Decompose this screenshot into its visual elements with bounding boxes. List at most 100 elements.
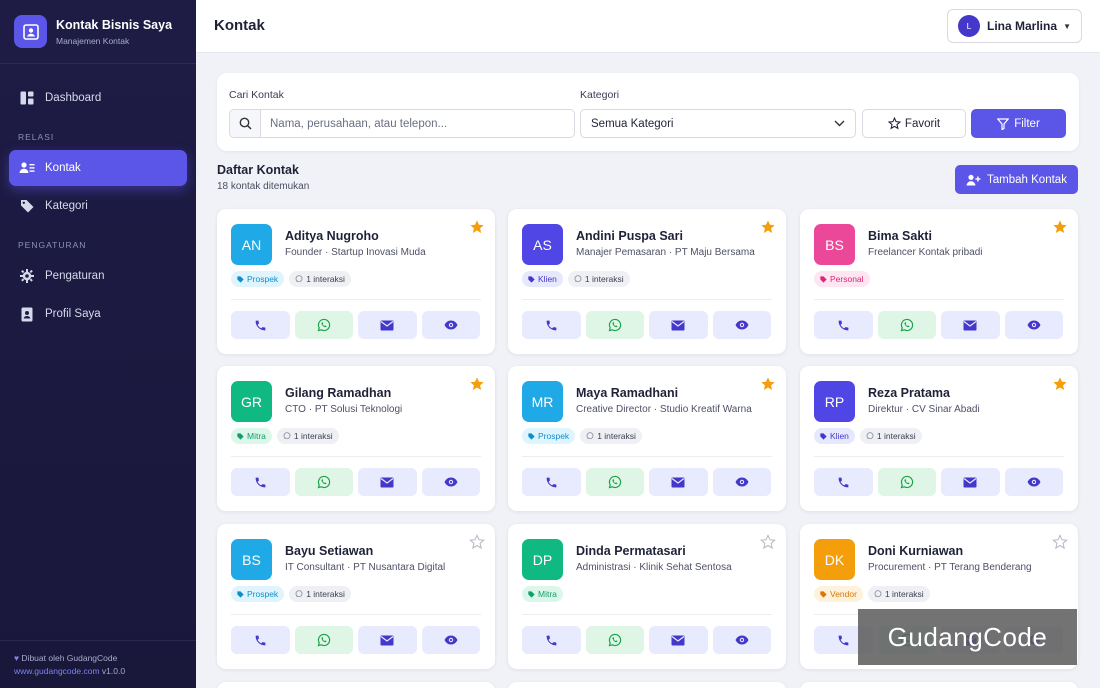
- contact-tags: Mitra 1 interaksi: [231, 428, 339, 444]
- contacts-icon: [19, 160, 35, 176]
- email-button[interactable]: [941, 311, 1000, 339]
- contact-card[interactable]: AS Andini Puspa Sari Manajer Pemasaran · P…: [508, 209, 786, 354]
- contact-name[interactable]: Reza Pratama: [868, 386, 950, 400]
- sidebar-item-profil[interactable]: Profil Saya: [9, 296, 187, 332]
- sidebar-item-kontak[interactable]: Kontak: [9, 150, 187, 186]
- contact-avatar: DP: [522, 539, 563, 580]
- interaction-count: 1 interaksi: [876, 431, 916, 441]
- call-button[interactable]: [522, 468, 581, 496]
- contact-card[interactable]: MR Maya Ramadhani Creative Director · Stud…: [508, 366, 786, 511]
- whatsapp-button[interactable]: [294, 311, 353, 339]
- view-button[interactable]: [421, 626, 480, 654]
- whatsapp-button[interactable]: [585, 626, 644, 654]
- search-input[interactable]: [261, 117, 561, 130]
- contact-card[interactable]: AN Aditya Nugroho Founder · Startup Inovas…: [217, 209, 495, 354]
- contact-tags: Vendor 1 interaksi: [814, 586, 930, 602]
- star-outline-icon[interactable]: [1052, 534, 1068, 550]
- star-outline-icon[interactable]: [760, 534, 776, 550]
- star-filled-icon[interactable]: [469, 376, 485, 392]
- contact-card[interactable]: GR Gilang Ramadhan CTO · PT Solusi Teknolo…: [217, 366, 495, 511]
- card-actions: [522, 311, 771, 339]
- star-filled-icon[interactable]: [1052, 376, 1068, 392]
- envelope-icon: [380, 320, 394, 331]
- star-filled-icon[interactable]: [1052, 219, 1068, 235]
- contact-card-partial[interactable]: [508, 682, 786, 688]
- contact-name[interactable]: Dinda Permatasari: [576, 544, 686, 558]
- call-button[interactable]: [522, 311, 581, 339]
- list-count: 18 kontak ditemukan: [217, 181, 310, 192]
- user-menu-button[interactable]: L Lina Marlina ▼: [947, 9, 1082, 43]
- whatsapp-button[interactable]: [585, 311, 644, 339]
- email-button[interactable]: [649, 626, 708, 654]
- filter-label: Filter: [1014, 117, 1040, 130]
- view-button[interactable]: [1004, 468, 1063, 496]
- chat-icon: [866, 432, 874, 440]
- whatsapp-icon: [608, 633, 622, 647]
- star-filled-icon[interactable]: [469, 219, 485, 235]
- contact-name[interactable]: Andini Puspa Sari: [576, 229, 683, 243]
- email-button[interactable]: [358, 468, 417, 496]
- interaction-badge: 1 interaksi: [859, 428, 922, 444]
- call-button[interactable]: [231, 311, 290, 339]
- footer-link[interactable]: www.gudangcode.com: [14, 666, 100, 676]
- filter-button[interactable]: Filter: [971, 109, 1066, 138]
- view-button[interactable]: [421, 468, 480, 496]
- sidebar-item-pengaturan[interactable]: Pengaturan: [9, 258, 187, 294]
- call-button[interactable]: [814, 468, 873, 496]
- chat-icon: [295, 275, 303, 283]
- contact-card[interactable]: BS Bima Sakti Freelancer Kontak pribadi Per…: [800, 209, 1078, 354]
- email-button[interactable]: [649, 311, 708, 339]
- call-button[interactable]: [231, 626, 290, 654]
- view-button[interactable]: [712, 311, 771, 339]
- avatar: L: [958, 15, 980, 37]
- whatsapp-button[interactable]: [877, 311, 936, 339]
- contact-name[interactable]: Gilang Ramadhan: [285, 386, 391, 400]
- contact-card[interactable]: BS Bayu Setiawan IT Consultant · PT Nusant…: [217, 524, 495, 669]
- contact-card[interactable]: RP Reza Pratama Direktur · CV Sinar Abadi K…: [800, 366, 1078, 511]
- call-button[interactable]: [231, 468, 290, 496]
- heart-icon: ♥: [14, 653, 20, 663]
- contact-name[interactable]: Bima Sakti: [868, 229, 932, 243]
- contact-name[interactable]: Doni Kurniawan: [868, 544, 963, 558]
- category-select[interactable]: Semua Kategori: [580, 109, 856, 138]
- star-filled-icon[interactable]: [760, 376, 776, 392]
- interaction-count: 1 interaksi: [293, 431, 333, 441]
- search-field[interactable]: [229, 109, 575, 138]
- add-contact-button[interactable]: Tambah Kontak: [955, 165, 1078, 194]
- view-button[interactable]: [421, 311, 480, 339]
- email-button[interactable]: [358, 626, 417, 654]
- sidebar-item-kategori[interactable]: Kategori: [9, 188, 187, 224]
- contact-name[interactable]: Maya Ramadhani: [576, 386, 678, 400]
- brand[interactable]: Kontak Bisnis Saya Manajemen Kontak: [0, 0, 196, 64]
- email-button[interactable]: [941, 468, 1000, 496]
- call-button[interactable]: [814, 311, 873, 339]
- whatsapp-button[interactable]: [585, 468, 644, 496]
- interaction-count: 1 interaksi: [597, 431, 636, 441]
- call-button[interactable]: [522, 626, 581, 654]
- sidebar-item-dashboard[interactable]: Dashboard: [9, 80, 187, 116]
- section-label-pengaturan: PENGATURAN: [18, 240, 87, 250]
- favorite-button[interactable]: Favorit: [862, 109, 966, 138]
- contact-card-partial[interactable]: [800, 682, 1078, 688]
- view-button[interactable]: [1004, 311, 1063, 339]
- contact-name[interactable]: Bayu Setiawan: [285, 544, 373, 558]
- star-outline-icon[interactable]: [469, 534, 485, 550]
- email-button[interactable]: [358, 311, 417, 339]
- email-button[interactable]: [649, 468, 708, 496]
- contact-tags: Klien 1 interaksi: [522, 271, 630, 287]
- whatsapp-button[interactable]: [294, 468, 353, 496]
- category-badge: Klien: [522, 271, 563, 287]
- view-button[interactable]: [712, 626, 771, 654]
- sidebar-nav: Dashboard RELASI Kontak Kategori PENGATU…: [0, 64, 196, 332]
- contact-card[interactable]: DP Dinda Permatasari Administrasi · Klinik…: [508, 524, 786, 669]
- star-filled-icon[interactable]: [760, 219, 776, 235]
- category-badge-label: Klien: [538, 274, 557, 284]
- whatsapp-button[interactable]: [877, 468, 936, 496]
- contact-avatar: BS: [814, 224, 855, 265]
- contact-name[interactable]: Aditya Nugroho: [285, 229, 379, 243]
- contact-tags: Personal: [814, 271, 870, 287]
- whatsapp-button[interactable]: [294, 626, 353, 654]
- view-button[interactable]: [712, 468, 771, 496]
- card-divider: [522, 456, 772, 457]
- contact-card-partial[interactable]: [217, 682, 495, 688]
